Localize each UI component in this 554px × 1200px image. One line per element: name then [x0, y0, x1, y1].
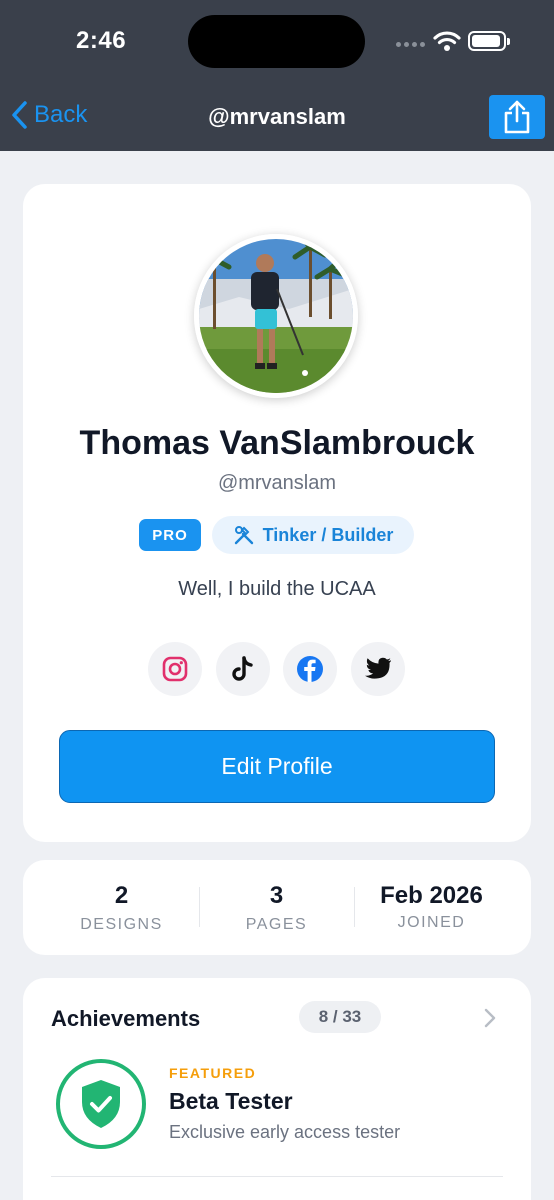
profile-handle: @mrvanslam	[217, 472, 337, 494]
role-badge: Tinker / Builder	[212, 516, 414, 554]
avatar[interactable]	[194, 234, 358, 398]
signal-icon	[396, 42, 425, 47]
stat-pages[interactable]: 3 PAGES	[199, 882, 354, 934]
stat-designs-value: 2	[114, 882, 129, 909]
achievements-title: Achievements	[51, 1006, 201, 1031]
wifi-icon	[433, 31, 461, 51]
stat-joined: Feb 2026 JOINED	[354, 882, 509, 932]
achievements-count: 8 / 33	[299, 1001, 381, 1033]
tools-icon	[234, 526, 253, 545]
twitter-button[interactable]	[351, 642, 405, 696]
instagram-icon	[162, 656, 188, 682]
achievement-featured-tag: FEATURED	[169, 1065, 257, 1081]
tiktok-icon	[232, 656, 253, 681]
achievement-name: Beta Tester	[169, 1088, 293, 1114]
battery-icon	[468, 31, 510, 51]
stat-designs[interactable]: 2 DESIGNS	[44, 882, 199, 934]
facebook-button[interactable]	[283, 642, 337, 696]
divider	[51, 1176, 503, 1177]
stats-card: 2 DESIGNS 3 PAGES Feb 2026 JOINED	[23, 860, 531, 955]
avatar-photo	[199, 239, 353, 393]
profile-name: Thomas VanSlambrouck	[79, 424, 475, 462]
shield-check-icon	[82, 1080, 120, 1128]
achievements-card[interactable]: Achievements 8 / 33 FEATURED Beta Tester…	[23, 978, 531, 1200]
stat-joined-value: Feb 2026	[380, 882, 483, 909]
stat-pages-value: 3	[269, 882, 284, 909]
share-button[interactable]	[489, 95, 545, 139]
status-time: 2:46	[76, 27, 127, 54]
pro-badge: PRO	[139, 519, 201, 551]
profile-card: Thomas VanSlambrouck @mrvanslam PRO Tink…	[23, 184, 531, 842]
achievement-badge	[56, 1059, 146, 1149]
role-label: Tinker / Builder	[262, 524, 394, 545]
edit-profile-button[interactable]: Edit Profile	[59, 730, 495, 803]
tiktok-button[interactable]	[216, 642, 270, 696]
profile-bio: Well, I build the UCAA	[178, 578, 376, 600]
achievement-description: Exclusive early access tester	[169, 1122, 401, 1142]
stat-joined-label: JOINED	[397, 914, 466, 931]
stat-pages-label: PAGES	[245, 916, 308, 933]
twitter-icon	[365, 657, 391, 679]
dynamic-island	[188, 15, 365, 68]
header: 2:46 Back @mrvanslam	[0, 0, 554, 151]
stat-designs-label: DESIGNS	[80, 916, 163, 933]
instagram-button[interactable]	[148, 642, 202, 696]
facebook-icon	[297, 656, 323, 682]
share-icon	[504, 100, 530, 134]
nav-title: @mrvanslam	[208, 104, 346, 129]
chevron-right-icon[interactable]	[484, 1008, 496, 1028]
